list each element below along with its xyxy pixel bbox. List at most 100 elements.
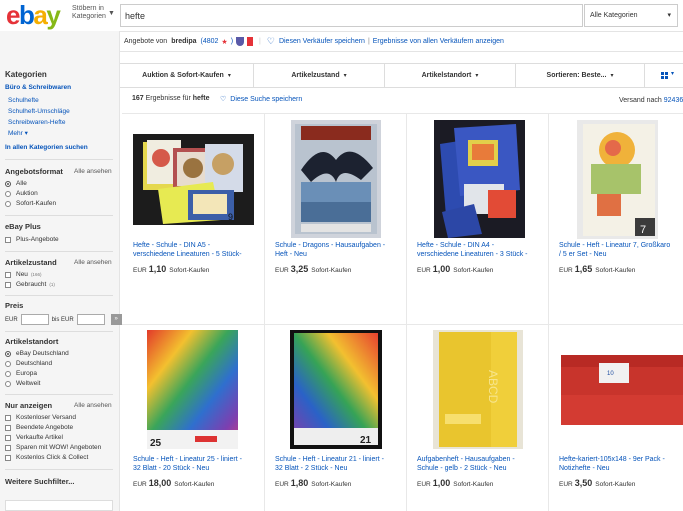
ebayplus-option[interactable]: Plus-Angebote bbox=[5, 236, 59, 244]
product-card[interactable]: ABCD Aufgabenheft - Hausaufgaben - Schul… bbox=[406, 325, 548, 511]
shield-icon bbox=[236, 37, 245, 46]
grid-view-icon[interactable] bbox=[661, 72, 669, 79]
checkbox-icon bbox=[5, 435, 11, 441]
product-image-label: 10 bbox=[607, 371, 614, 377]
product-title[interactable]: Hefte-kariert-105x148 - 9er Pack - Notiz… bbox=[559, 455, 681, 473]
save-search-link[interactable]: ♡ Diese Suche speichern bbox=[220, 95, 302, 103]
ebayplus-title: eBay Plus bbox=[5, 222, 41, 231]
format-option-buynow[interactable]: Sofort-Kaufen bbox=[5, 200, 56, 208]
sort-dropdown[interactable]: Sortieren: Beste... ▾ bbox=[516, 64, 645, 87]
radio-selected-icon bbox=[5, 351, 11, 357]
sidebar-item-schreibwaren-hefte[interactable]: Schreibwaren-Hefte bbox=[8, 118, 65, 127]
format-option-auction[interactable]: Auktion bbox=[5, 190, 38, 198]
product-title[interactable]: Schule - Dragons - Hausaufgaben - Heft -… bbox=[275, 241, 399, 259]
only-option-ended[interactable]: Beendete Angebote bbox=[5, 424, 73, 432]
product-image[interactable]: 10 bbox=[561, 355, 683, 425]
heart-icon[interactable]: ♡ bbox=[267, 36, 275, 47]
checkbox-icon bbox=[5, 272, 11, 278]
price-go-button[interactable]: » bbox=[110, 314, 122, 325]
sidebar-item-schulhefte[interactable]: Schulhefte bbox=[8, 96, 39, 105]
checkbox-icon bbox=[5, 237, 11, 243]
chevron-down-icon: ▾ bbox=[227, 73, 231, 79]
sidebar-item-mehr[interactable]: Mehr ▾ bbox=[8, 129, 28, 138]
category-select[interactable]: Alle Kategorien ▾ bbox=[584, 4, 678, 27]
product-card[interactable]: Hefte - Schule - DIN A4 - verschiedene L… bbox=[406, 114, 548, 324]
chevron-down-icon[interactable]: ▾ bbox=[671, 70, 674, 77]
feedback-close: ) bbox=[230, 38, 234, 45]
product-title[interactable]: Hefte - Schule - DIN A5 - verschiedene L… bbox=[133, 241, 257, 259]
separator: | bbox=[367, 38, 370, 45]
sidebar-category-main[interactable]: Büro & Schreibwaren bbox=[5, 83, 71, 92]
location-option-world[interactable]: Weltweit bbox=[5, 380, 40, 388]
radio-selected-icon bbox=[5, 181, 11, 187]
seller-name[interactable]: bredipa bbox=[171, 38, 196, 45]
save-seller-link[interactable]: Diesen Verkäufer speichern bbox=[279, 38, 365, 45]
radio-icon bbox=[5, 381, 11, 387]
only-option-free-shipping[interactable]: Kostenloser Versand bbox=[5, 414, 76, 422]
seller-feedback[interactable]: (4802 bbox=[201, 38, 219, 45]
format-title: Angebotsformat bbox=[5, 167, 63, 176]
product-image[interactable]: 21 bbox=[290, 330, 382, 449]
ship-to[interactable]: Versand nach 92436 bbox=[619, 97, 683, 104]
browse-categories-button[interactable]: Stöbern in Kategorien bbox=[72, 5, 106, 21]
product-price: EUR 1,00 Sofort-Kaufen bbox=[417, 478, 494, 488]
filter-format[interactable]: Auktion & Sofort-Kaufen ▾ bbox=[120, 64, 254, 87]
filter-location[interactable]: Artikelstandort ▾ bbox=[385, 64, 516, 87]
location-option-de[interactable]: Deutschland bbox=[5, 360, 52, 368]
chevron-down-icon[interactable]: ▼ bbox=[108, 10, 115, 17]
sidebar-categories-title: Kategorien bbox=[5, 70, 47, 79]
product-price: EUR 18,00 Sofort-Kaufen bbox=[133, 478, 215, 488]
condition-title: Artikelzustand bbox=[5, 258, 57, 267]
product-card[interactable]: 9 Hefte - Schule - DIN A5 - verschiedene… bbox=[122, 114, 264, 324]
product-price: EUR 1,65 Sofort-Kaufen bbox=[559, 264, 636, 274]
divider bbox=[5, 295, 113, 296]
product-card[interactable]: 25 Schule - Heft - Lineatur 25 - liniert… bbox=[122, 325, 264, 511]
product-image[interactable] bbox=[291, 120, 381, 238]
all-sellers-link[interactable]: Ergebnisse von allen Verkäufern anzeigen bbox=[373, 38, 504, 45]
sidebar-item-umschlaege[interactable]: Schulheft-Umschläge bbox=[8, 107, 70, 116]
product-image[interactable]: ABCD bbox=[433, 330, 523, 449]
radio-icon bbox=[5, 361, 11, 367]
product-image[interactable]: 9 bbox=[133, 134, 254, 225]
product-title[interactable]: Hefte - Schule - DIN A4 - verschiedene L… bbox=[417, 241, 541, 259]
all-categories-link[interactable]: In allen Kategorien suchen bbox=[5, 143, 88, 152]
condition-option-used[interactable]: Gebraucht (1) bbox=[5, 281, 55, 289]
product-image[interactable] bbox=[434, 120, 525, 238]
location-option-ebay-de[interactable]: eBay Deutschland bbox=[5, 350, 69, 358]
condition-all-link[interactable]: Alle ansehen bbox=[74, 259, 112, 266]
product-image[interactable]: 25 bbox=[147, 330, 238, 449]
radio-icon bbox=[5, 201, 11, 207]
price-filter: EUR bis EUR » bbox=[5, 314, 122, 325]
divider bbox=[5, 331, 113, 332]
product-title[interactable]: Schule - Heft - Lineatur 25 - liniert - … bbox=[133, 455, 257, 473]
ebay-logo[interactable]: ebay bbox=[6, 2, 61, 28]
separator: | bbox=[259, 38, 261, 45]
star-icon: ★ bbox=[221, 38, 228, 46]
price-from-input[interactable] bbox=[20, 314, 49, 325]
more-filters-link[interactable]: Weitere Suchfilter... bbox=[5, 477, 74, 486]
only-option-sold[interactable]: Verkaufte Artikel bbox=[5, 434, 63, 442]
only-option-click-collect[interactable]: Kostenlos Click & Collect bbox=[5, 454, 88, 462]
format-option-all[interactable]: Alle bbox=[5, 180, 27, 188]
product-title[interactable]: Schule - Heft - Lineatur 7, Großkaro / 5… bbox=[559, 241, 681, 259]
product-title[interactable]: Schule - Heft - Lineatur 21 - liniert - … bbox=[275, 455, 399, 473]
product-card[interactable]: 21 Schule - Heft - Lineatur 21 - liniert… bbox=[264, 325, 406, 511]
radio-icon bbox=[5, 191, 11, 197]
price-to-input[interactable] bbox=[76, 314, 105, 325]
product-price: EUR 1,00 Sofort-Kaufen bbox=[417, 264, 494, 274]
product-image[interactable]: 7 bbox=[577, 120, 658, 239]
only-all-link[interactable]: Alle ansehen bbox=[74, 402, 112, 409]
filter-bar: Auktion & Sofort-Kaufen ▾ Artikelzustand ▾… bbox=[120, 63, 683, 88]
location-option-europe[interactable]: Europa bbox=[5, 370, 37, 378]
product-card[interactable]: Schule - Dragons - Hausaufgaben - Heft -… bbox=[264, 114, 406, 324]
product-card[interactable]: 7 Schule - Heft - Lineatur 7, Großkaro /… bbox=[548, 114, 683, 324]
product-title[interactable]: Aufgabenheft - Hausaufgaben - Schule - g… bbox=[417, 455, 541, 473]
search-input[interactable]: hefte bbox=[120, 4, 583, 27]
condition-option-new[interactable]: Neu (166) bbox=[5, 271, 41, 279]
product-card[interactable]: 10 Hefte-kariert-105x148 - 9er Pack - No… bbox=[548, 325, 683, 511]
checkbox-icon bbox=[5, 445, 11, 451]
divider bbox=[5, 469, 113, 470]
filter-condition[interactable]: Artikelzustand ▾ bbox=[254, 64, 385, 87]
format-all-link[interactable]: Alle ansehen bbox=[74, 168, 112, 175]
only-option-wow[interactable]: Sparen mit WOW! Angeboten bbox=[5, 444, 101, 452]
